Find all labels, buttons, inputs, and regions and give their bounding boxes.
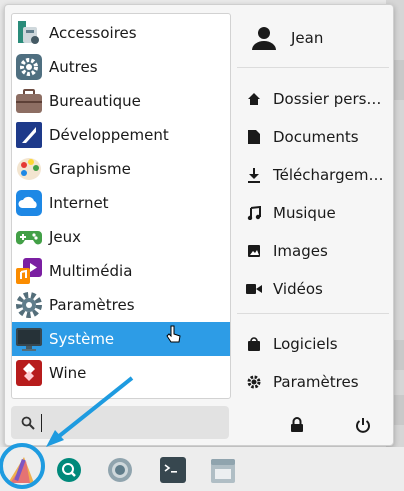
system-software[interactable]: Logiciels	[245, 333, 389, 355]
file-manager-icon[interactable]	[206, 453, 240, 487]
wine-icon	[15, 359, 43, 387]
home-icon	[245, 90, 263, 108]
software-bag-icon	[245, 335, 263, 353]
category-label: Bureautique	[49, 92, 141, 110]
category-developpement[interactable]: Développement	[12, 118, 230, 152]
palette-icon	[15, 155, 43, 183]
category-label: Graphisme	[49, 160, 131, 178]
category-bureautique[interactable]: Bureautique	[12, 84, 230, 118]
system-label: Paramètres	[273, 373, 359, 391]
search-icon	[21, 416, 35, 430]
divider	[237, 313, 389, 314]
place-images[interactable]: Images	[245, 240, 389, 262]
category-label: Développement	[49, 126, 169, 144]
briefcase-icon	[15, 87, 43, 115]
download-icon	[245, 166, 263, 184]
system-settings[interactable]: Paramètres	[245, 371, 389, 393]
category-accessoires[interactable]: Accessoires	[12, 16, 230, 50]
application-menu: Accessoires Autres Bureautique Développe…	[4, 4, 394, 446]
system-label: Logiciels	[273, 335, 338, 353]
place-label: Dossier pers…	[273, 90, 382, 108]
category-jeux[interactable]: Jeux	[12, 220, 230, 254]
place-documents[interactable]: Documents	[245, 126, 389, 148]
place-label: Documents	[273, 128, 359, 146]
category-autres[interactable]: Autres	[12, 50, 230, 84]
video-icon	[245, 280, 263, 298]
place-downloads[interactable]: Téléchargem…	[245, 164, 389, 186]
text-cursor	[41, 413, 42, 432]
category-multimedia[interactable]: Multimédia	[12, 254, 230, 288]
browser-icon[interactable]	[103, 453, 137, 487]
category-label: Système	[49, 330, 115, 348]
category-label: Jeux	[49, 228, 82, 246]
settings-icon	[15, 291, 43, 319]
category-label: Paramètres	[49, 296, 135, 314]
place-home[interactable]: Dossier pers…	[245, 88, 389, 110]
place-label: Images	[273, 242, 328, 260]
category-wine[interactable]: Wine	[12, 356, 230, 390]
terminal-icon[interactable]	[156, 453, 190, 487]
gear-icon	[15, 53, 43, 81]
category-label: Wine	[49, 364, 87, 382]
user-avatar-icon	[251, 25, 277, 51]
lock-icon[interactable]	[290, 417, 304, 437]
category-systeme[interactable]: Système	[12, 322, 230, 356]
settings-gear-icon	[245, 373, 263, 391]
category-label: Accessoires	[49, 24, 137, 42]
category-label: Internet	[49, 194, 109, 212]
category-internet[interactable]: Internet	[12, 186, 230, 220]
category-label: Autres	[49, 58, 98, 76]
user-account[interactable]: Jean	[251, 25, 323, 51]
multimedia-icon	[15, 257, 43, 285]
image-icon	[245, 242, 263, 260]
music-icon	[245, 204, 263, 222]
places-panel: Jean Dossier pers… Documents Téléchargem…	[237, 5, 389, 445]
place-label: Vidéos	[273, 280, 323, 298]
place-label: Téléchargem…	[273, 166, 384, 184]
category-parametres[interactable]: Paramètres	[12, 288, 230, 322]
place-label: Musique	[273, 204, 336, 222]
search-app-icon[interactable]	[52, 453, 86, 487]
app-menu-icon[interactable]	[4, 453, 38, 487]
monitor-icon	[15, 325, 43, 353]
user-name: Jean	[291, 29, 324, 47]
search-field[interactable]	[11, 406, 229, 439]
category-graphisme[interactable]: Graphisme	[12, 152, 230, 186]
taskbar	[0, 447, 404, 491]
divider	[237, 67, 389, 68]
place-videos[interactable]: Vidéos	[245, 278, 389, 300]
place-music[interactable]: Musique	[245, 202, 389, 224]
gamepad-icon	[15, 223, 43, 251]
document-icon	[245, 128, 263, 146]
mouse-pointer-icon	[166, 325, 182, 345]
cloud-icon	[15, 189, 43, 217]
development-icon	[15, 121, 43, 149]
power-icon[interactable]	[355, 417, 371, 437]
category-list: Accessoires Autres Bureautique Développe…	[11, 13, 231, 399]
accessories-icon	[15, 19, 43, 47]
category-label: Multimédia	[49, 262, 133, 280]
